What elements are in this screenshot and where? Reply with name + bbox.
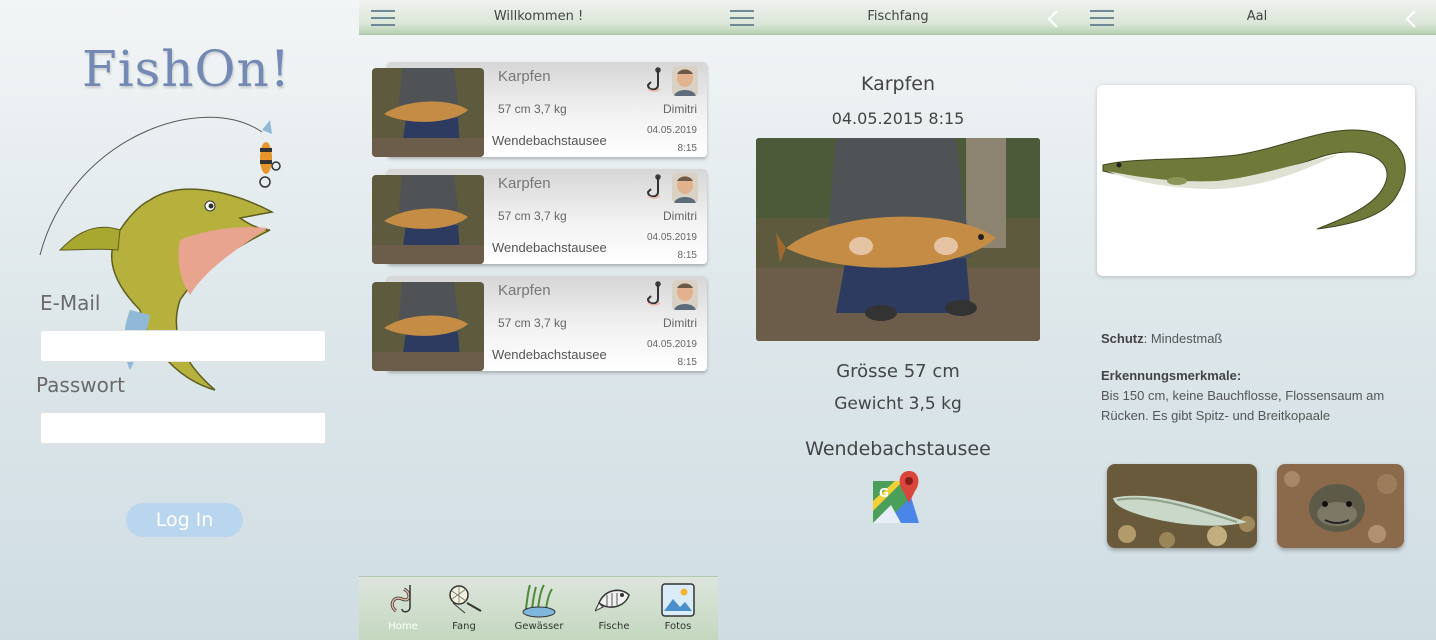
nav-label: Fotos: [664, 621, 692, 632]
catch-water: Wendebachstausee: [492, 347, 607, 362]
catch-species: Karpfen: [498, 282, 551, 299]
back-chevron-icon[interactable]: [1046, 10, 1060, 28]
catch-user: Dimitri: [663, 102, 697, 116]
home-screen: Willkommen ! Karpfen 57 cm 3,7 kg Wendebac…: [359, 0, 718, 640]
species-illustration: [1097, 85, 1415, 276]
svg-text:G: G: [879, 486, 889, 500]
catch-user: Dimitri: [663, 209, 697, 223]
species-photo-1[interactable]: [1107, 464, 1257, 548]
catch-species: Karpfen: [498, 68, 551, 85]
catch-datetime: 04.05.2019 8:15: [647, 229, 697, 265]
login-screen: FishOn! E-Mail Passwort Log In: [0, 0, 359, 640]
fishing-hook-icon: [646, 174, 661, 199]
fishing-hook-icon: [646, 67, 661, 92]
avatar[interactable]: [672, 66, 698, 96]
catch-water: Wendebachstausee: [805, 438, 991, 460]
login-button[interactable]: Log In: [126, 503, 243, 537]
photo-icon: [661, 583, 695, 617]
catch-time: 8:15: [677, 357, 697, 368]
features-info: Erkennungsmerkmale: Bis 150 cm, keine Ba…: [1101, 366, 1416, 426]
landing-net-icon: [449, 585, 482, 614]
nav-label: Gewässer: [514, 621, 564, 632]
catch-datetime: 04.05.2015 8:15: [831, 109, 965, 128]
catch-datetime: 04.05.2019 8:15: [647, 336, 697, 372]
catch-species: Karpfen: [860, 73, 936, 95]
top-bar: Aal: [1078, 0, 1436, 35]
catch-species: Karpfen: [498, 175, 551, 192]
email-label: E-Mail: [40, 291, 101, 315]
top-bar: Fischfang: [718, 0, 1078, 35]
catch-thumbnail: [372, 68, 484, 157]
species-detail-screen: Aal Schutz: Mindestmaß Erkennungsmerkmal…: [1078, 0, 1436, 640]
page-title: Fischfang: [867, 9, 929, 24]
page-title: Willkommen !: [493, 9, 584, 24]
features-label: Erkennungsmerkmale:: [1101, 368, 1242, 383]
water-plants-icon: [522, 584, 556, 618]
protection-label: Schutz: [1101, 331, 1144, 346]
email-field[interactable]: [40, 330, 326, 362]
password-label: Passwort: [36, 373, 125, 397]
catch-detail-screen: Fischfang Karpfen 04.05.2015 8:15 Grösse…: [718, 0, 1078, 640]
fishing-hook-icon: [646, 281, 661, 306]
nav-item-gewaesser[interactable]: Gewässer: [509, 581, 569, 639]
avatar[interactable]: [672, 173, 698, 203]
catch-user: Dimitri: [663, 316, 697, 330]
catch-time: 8:15: [677, 143, 697, 154]
bottom-navigation: Home Fang Gewässer Fische Fotos: [359, 576, 718, 640]
catch-date: 04.05.2019: [646, 339, 697, 350]
catch-size-weight: 57 cm 3,7 kg: [498, 209, 567, 223]
google-maps-icon[interactable]: G: [871, 471, 923, 523]
catch-date: 04.05.2019: [646, 232, 697, 243]
nav-label: Fang: [452, 621, 476, 632]
app-logo: FishOn!: [82, 40, 291, 98]
worm-icon: [390, 585, 411, 613]
catch-card[interactable]: Karpfen 57 cm 3,7 kg Wendebachstausee Dimit…: [372, 62, 707, 157]
nav-item-home[interactable]: Home: [373, 581, 433, 639]
catch-water: Wendebachstausee: [492, 133, 607, 148]
catch-time: 8:15: [677, 250, 697, 261]
fish-icon: [595, 589, 630, 612]
page-title: Aal: [1246, 9, 1268, 24]
nav-item-fische[interactable]: Fische: [584, 581, 644, 639]
catch-weight: Gewicht 3,5 kg: [834, 394, 962, 414]
catch-photo: [756, 138, 1040, 341]
catch-thumbnail: [372, 282, 484, 371]
catch-size-weight: 57 cm 3,7 kg: [498, 316, 567, 330]
catch-card[interactable]: Karpfen 57 cm 3,7 kg Wendebachstausee Dimit…: [372, 276, 707, 371]
catch-thumbnail: [372, 175, 484, 264]
nav-item-fotos[interactable]: Fotos: [648, 581, 708, 639]
features-text: Bis 150 cm, keine Bauchflosse, Flossensa…: [1101, 388, 1385, 423]
nav-item-fang[interactable]: Fang: [434, 581, 494, 639]
protection-info: Schutz: Mindestmaß: [1101, 329, 1416, 349]
avatar[interactable]: [672, 280, 698, 310]
catch-size-weight: 57 cm 3,7 kg: [498, 102, 567, 116]
catch-datetime: 04.05.2019 8:15: [647, 122, 697, 158]
species-photo-2[interactable]: [1277, 464, 1404, 548]
top-bar: Willkommen !: [359, 0, 718, 35]
nav-label: Fische: [598, 621, 630, 632]
catch-water: Wendebachstausee: [492, 240, 607, 255]
catch-date: 04.05.2019: [646, 125, 697, 136]
catch-card[interactable]: Karpfen 57 cm 3,7 kg Wendebachstausee Dimit…: [372, 169, 707, 264]
protection-value: : Mindestmaß: [1143, 331, 1223, 346]
nav-label: Home: [388, 621, 418, 632]
password-field[interactable]: [40, 412, 326, 444]
back-chevron-icon[interactable]: [1404, 10, 1418, 28]
catch-size: Grösse 57 cm: [836, 361, 960, 382]
